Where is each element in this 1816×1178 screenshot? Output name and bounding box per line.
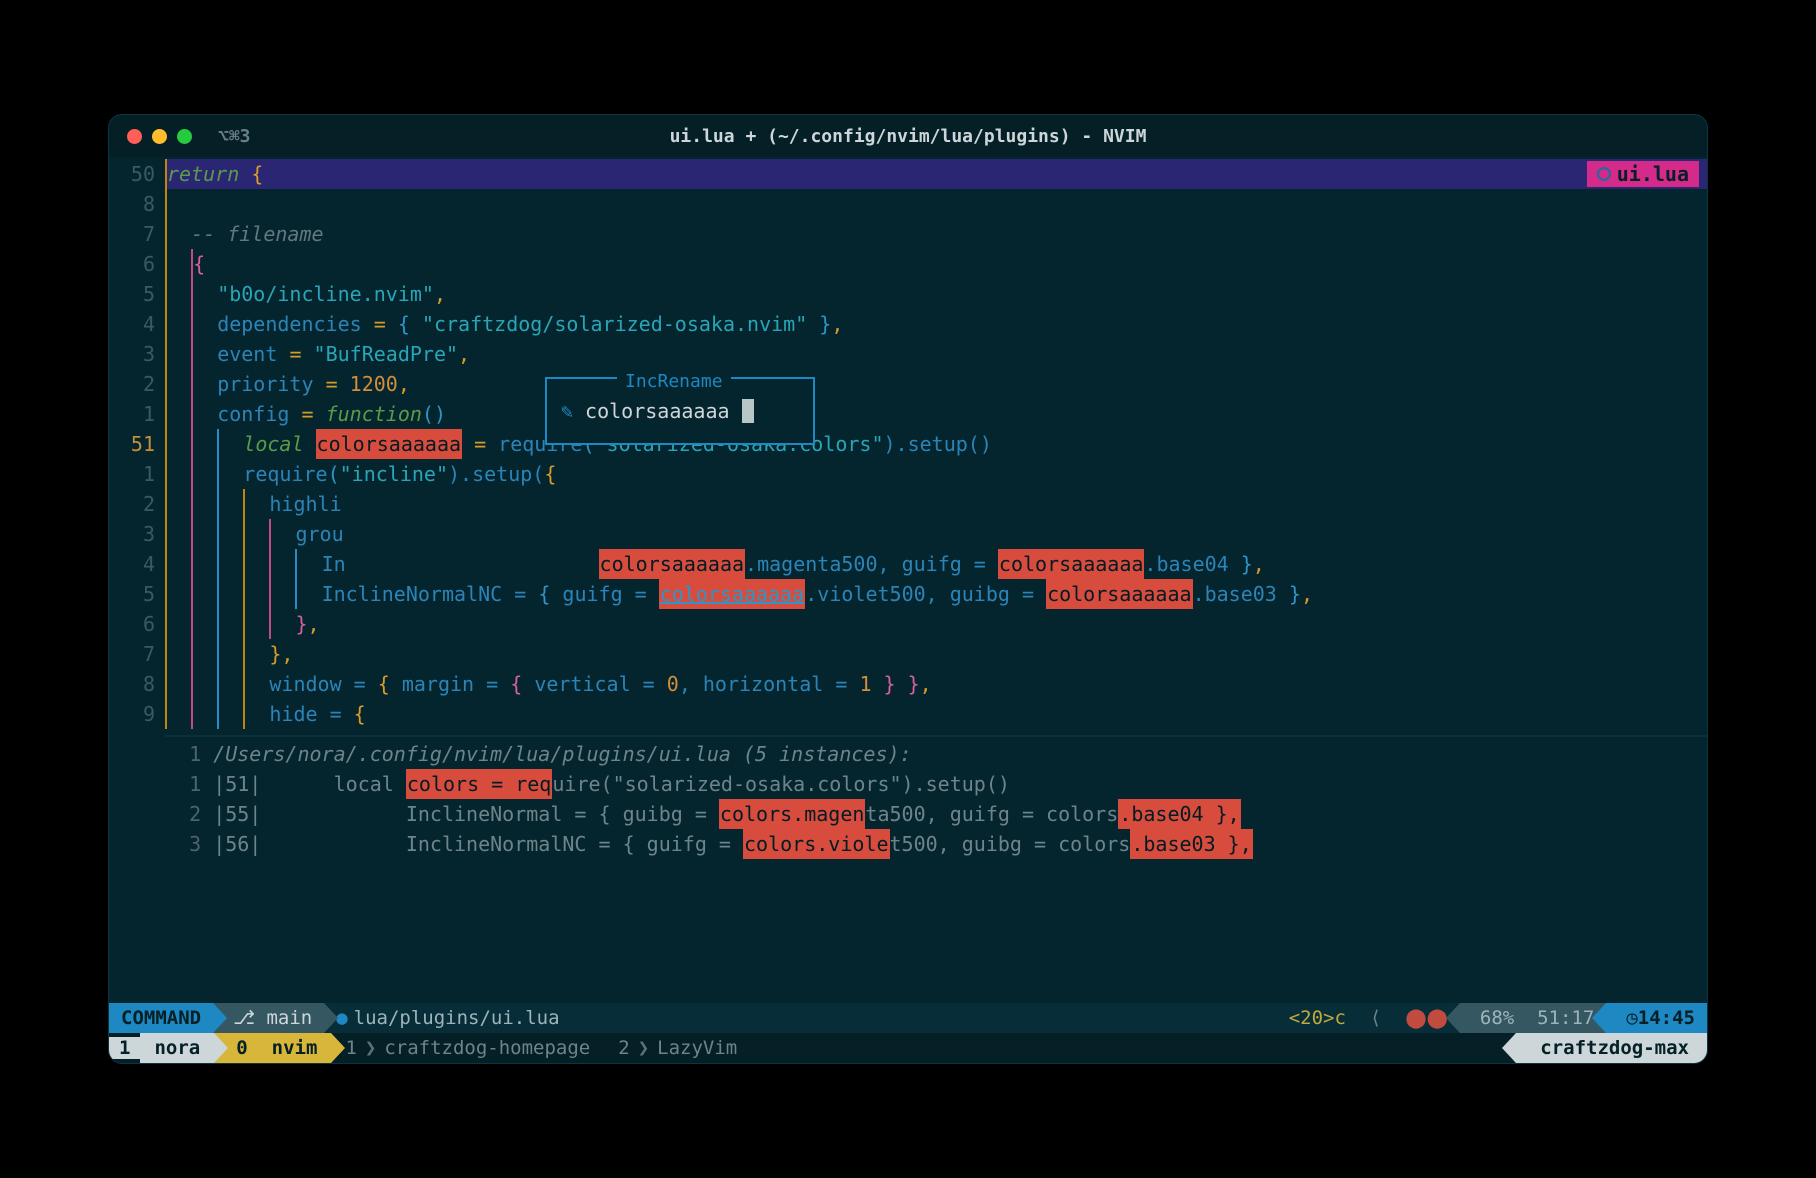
clock: ◷14:45 [1606, 1003, 1707, 1033]
file-path: ●lua/plugins/ui.lua [324, 1003, 571, 1033]
lua-icon [1597, 167, 1611, 181]
copilot-icon[interactable]: ⟨ [1358, 1003, 1393, 1033]
rename-input[interactable]: colorsaaaaaa [585, 396, 730, 426]
maximize-icon[interactable] [177, 129, 192, 144]
window-title: ui.lua + (~/.config/nvim/lua/plugins) - … [670, 126, 1147, 147]
window-name[interactable]: nvim [258, 1033, 332, 1063]
rename-occurrence: colorsaaaaaa [1046, 579, 1193, 609]
session-name[interactable]: nora [140, 1033, 214, 1063]
tab-shortcut: ⌥⌘3 [218, 126, 251, 147]
branch-icon: ⎇ [233, 1007, 255, 1029]
hostname: craftzdog-max [1516, 1033, 1707, 1063]
chevron-right-icon: ❯ [638, 1037, 649, 1059]
chevron-right-icon: ❯ [365, 1037, 376, 1059]
code-area[interactable]: return { ui.lua -- filename { "b0o/incli… [165, 157, 1707, 1003]
clock-icon: ◷ [1626, 1007, 1637, 1029]
search-count: <20>c [1277, 1003, 1358, 1033]
inc-rename-popup[interactable]: IncRename ✎ colorsaaaaaa [545, 377, 815, 445]
statusline: COMMAND ⎇ main ●lua/plugins/ui.lua <20>c… [109, 1003, 1707, 1033]
rename-occurrence: colorsaaaaaa [998, 549, 1145, 579]
qf-row[interactable]: 1 |51| local colors = require("solarized… [165, 769, 1707, 799]
inc-rename-title: IncRename [617, 367, 731, 397]
rename-occurrence: colorsaaaaaa [316, 429, 463, 459]
code-line[interactable]: return { ui.lua [165, 159, 1707, 189]
qf-row[interactable]: 2 |55| InclineNormal = { guibg = colors.… [165, 799, 1707, 829]
edit-icon: ✎ [561, 396, 573, 426]
tmux-window[interactable]: 1❯craftzdog-homepage [331, 1037, 604, 1059]
traffic-lights [127, 129, 192, 144]
session-index: 1 [109, 1037, 140, 1059]
git-branch[interactable]: ⎇ main [213, 1003, 324, 1033]
cursor-icon [742, 399, 754, 423]
terminal-window: ⌥⌘3 ui.lua + (~/.config/nvim/lua/plugins… [108, 114, 1708, 1064]
titlebar: ⌥⌘3 ui.lua + (~/.config/nvim/lua/plugins… [109, 115, 1707, 157]
tmux-bar: 1 nora 0 nvim 1❯craftzdog-homepage 2❯Laz… [109, 1033, 1707, 1063]
scroll-percent: 68% 51:17 [1460, 1003, 1606, 1033]
filename-pill: ui.lua [1587, 161, 1699, 187]
rename-occurrence: colorsaaaaaa [659, 579, 806, 609]
editor-area[interactable]: 5087 654 321 5112 345 678 9 return { ui.… [109, 157, 1707, 1003]
qf-header: /Users/nora/.config/nvim/lua/plugins/ui.… [213, 739, 911, 769]
rename-occurrence: colorsaaaaaa [599, 549, 746, 579]
qf-row[interactable]: 3 |56| InclineNormalNC = { guifg = color… [165, 829, 1707, 859]
gutter: 5087 654 321 5112 345 678 9 [109, 157, 165, 1003]
mode-indicator: COMMAND [109, 1003, 213, 1033]
close-icon[interactable] [127, 129, 142, 144]
minimize-icon[interactable] [152, 129, 167, 144]
tmux-window[interactable]: 2❯LazyVim [604, 1037, 751, 1059]
